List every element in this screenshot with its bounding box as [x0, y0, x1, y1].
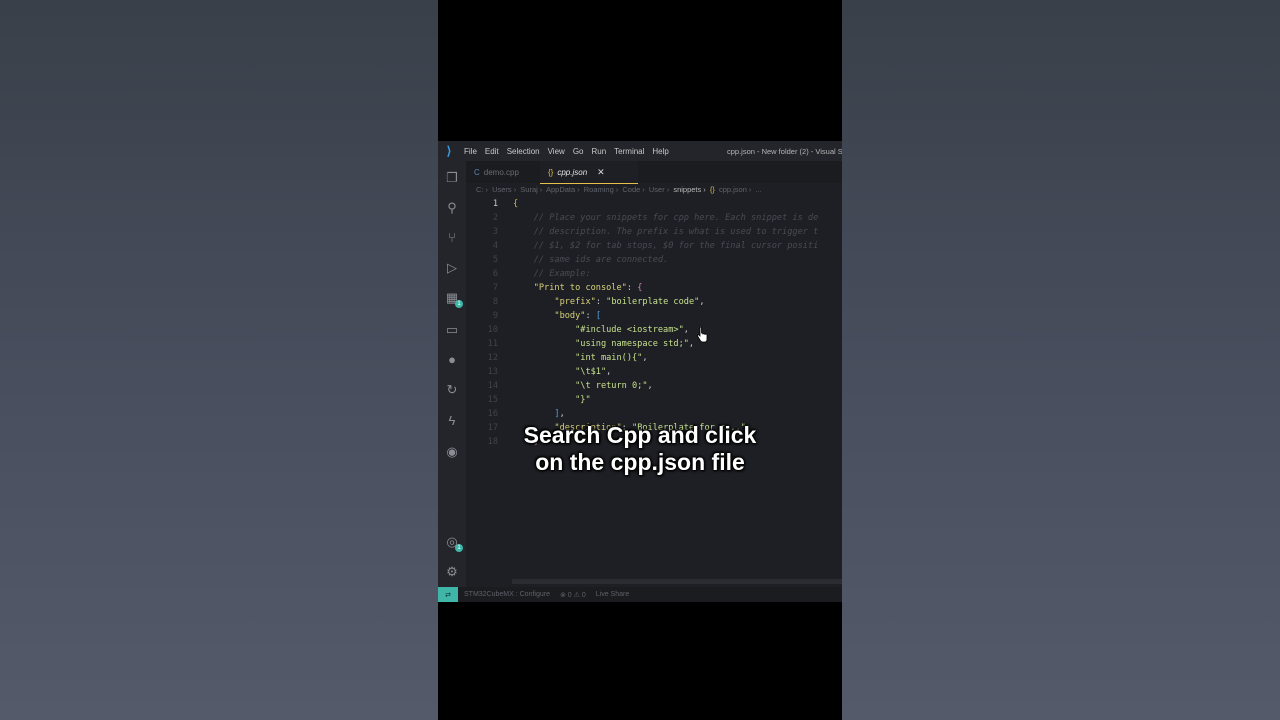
menu-go[interactable]: Go — [573, 147, 584, 156]
comment: // $1, $2 for tab stops, $0 for the fina… — [533, 241, 819, 251]
menu-help[interactable]: Help — [652, 147, 668, 156]
json-string: "using namespace std;" — [575, 339, 689, 349]
explorer-icon[interactable]: ❐ — [444, 169, 460, 185]
vscode-logo-icon: ⟩ — [446, 144, 452, 158]
menu-file[interactable]: File — [464, 147, 477, 156]
live-share-icon[interactable]: ↻ — [444, 381, 460, 397]
caption-line: on the cpp.json file — [535, 449, 745, 475]
settings-gear-icon[interactable]: ⚙ — [444, 563, 460, 579]
code-line: 11 "using namespace std;", — [487, 339, 695, 349]
caption-line: Search Cpp and click — [523, 422, 757, 448]
stm32-configure[interactable]: STM32CubeMX : Configure — [464, 591, 550, 598]
code-line: 16 ], — [487, 409, 565, 419]
comment: // Example: — [533, 269, 591, 279]
json-key: "body" — [554, 311, 586, 321]
activity-bar: ❐ ⚲ ⑂ ▷ ▦ 1 ▭ ● ↻ ϟ ◉ ◎ 1 ⚙ — [438, 161, 466, 593]
tab-cpp-json[interactable]: {} cpp.json ✕ — [540, 161, 638, 184]
breadcrumb-item[interactable]: Users — [492, 185, 512, 194]
breadcrumb-item-file[interactable]: cpp.json — [719, 185, 747, 194]
json-file-icon: {} — [548, 167, 554, 177]
breadcrumb-item-snippets[interactable]: snippets — [673, 185, 701, 194]
vscode-window: ⟩ File Edit Selection View Go Run Termin… — [438, 141, 842, 602]
code-line: 3 // description. The prefix is what is … — [492, 227, 819, 237]
account-badge: 1 — [455, 544, 463, 552]
json-string: "#include <iostream>" — [575, 325, 684, 335]
comment: // same ids are connected. — [533, 255, 669, 265]
mouse-cursor-icon — [697, 327, 708, 343]
extensions-icon[interactable]: ▦ 1 — [444, 289, 463, 308]
code-line: 8 "prefix": "boilerplate code", — [492, 297, 705, 307]
video-frame: ⟩ File Edit Selection View Go Run Termin… — [438, 0, 842, 720]
remote-explorer-icon[interactable]: ▭ — [444, 321, 460, 337]
json-string: "int main(){" — [575, 353, 643, 363]
code-line: 2 // Place your snippets for cpp here. E… — [492, 213, 819, 223]
source-control-icon[interactable]: ⑂ — [444, 229, 460, 245]
extensions-badge: 1 — [455, 300, 463, 308]
tab-label: demo.cpp — [483, 167, 519, 177]
remote-indicator[interactable]: ⇄ — [438, 587, 458, 602]
json-file-icon: {} — [709, 185, 715, 194]
breadcrumb-item[interactable]: Roaming — [584, 185, 614, 194]
breadcrumb-item[interactable]: C: — [476, 185, 484, 194]
horizontal-scrollbar[interactable] — [512, 579, 842, 584]
comment: // Place your snippets for cpp here. Eac… — [533, 213, 819, 223]
menu-bar: ⟩ File Edit Selection View Go Run Termin… — [438, 141, 842, 161]
code-line: 1{ — [492, 199, 519, 209]
code-line: 9 "body": [ — [492, 311, 601, 321]
menu-view[interactable]: View — [548, 147, 565, 156]
snippet-name: "Print to console" — [533, 283, 627, 293]
close-icon[interactable]: ✕ — [597, 167, 605, 178]
code-line: 12 "int main(){", — [487, 353, 648, 363]
cpp-file-icon: C — [474, 167, 480, 177]
window-title: cpp.json - New folder (2) - Visual Stu — [727, 147, 842, 156]
account-icon[interactable]: ◎ 1 — [444, 533, 463, 552]
menu-edit[interactable]: Edit — [485, 147, 499, 156]
json-string: "}" — [575, 395, 591, 405]
code-line: 5 // same ids are connected. — [492, 255, 669, 265]
code-line: 13 "\t$1", — [487, 367, 612, 377]
breadcrumb-item[interactable]: Suraj — [520, 185, 538, 194]
live-share-status[interactable]: Live Share — [596, 591, 629, 598]
github-icon[interactable]: ● — [444, 351, 460, 367]
run-debug-icon[interactable]: ▷ — [444, 259, 460, 275]
menu-terminal[interactable]: Terminal — [614, 147, 644, 156]
code-line: 6 // Example: — [492, 269, 591, 279]
code-line: 4 // $1, $2 for tab stops, $0 for the fi… — [492, 241, 819, 251]
code-line: 14 "\t return 0;", — [487, 381, 653, 391]
menu-selection[interactable]: Selection — [507, 147, 540, 156]
code-editor[interactable]: 1{ 2 // Place your snippets for cpp here… — [466, 197, 842, 577]
problems-count[interactable]: ⊗ 0 ⚠ 0 — [560, 591, 586, 599]
breadcrumb-item[interactable]: AppData — [546, 185, 575, 194]
code-line: 15 "}" — [487, 395, 591, 405]
code-line: 7 "Print to console": { — [492, 283, 643, 293]
tab-demo-cpp[interactable]: C demo.cpp — [474, 161, 519, 183]
breadcrumb-trail: ... — [755, 185, 762, 194]
json-string: "\t return 0;" — [575, 381, 648, 391]
editor-tabs: C demo.cpp {} cpp.json ✕ — [466, 161, 842, 184]
status-bar: ⇄ STM32CubeMX : Configure ⊗ 0 ⚠ 0 Live S… — [438, 587, 842, 602]
json-key: "prefix" — [554, 297, 596, 307]
search-icon[interactable]: ⚲ — [444, 199, 460, 215]
comment: // description. The prefix is what is us… — [533, 227, 819, 237]
menu-run[interactable]: Run — [591, 147, 606, 156]
breadcrumb-item[interactable]: Code — [622, 185, 640, 194]
breadcrumb: C: › Users › Suraj › AppData › Roaming › Code… — [476, 185, 762, 194]
tab-label: cpp.json — [557, 167, 588, 177]
breadcrumb-item[interactable]: User — [649, 185, 665, 194]
json-string: "\t$1" — [575, 367, 607, 377]
code-line: 10 "#include <iostream>", — [487, 325, 689, 335]
video-caption: Search Cpp and click on the cpp.json fil… — [438, 422, 842, 476]
json-string: "boilerplate code" — [606, 297, 700, 307]
